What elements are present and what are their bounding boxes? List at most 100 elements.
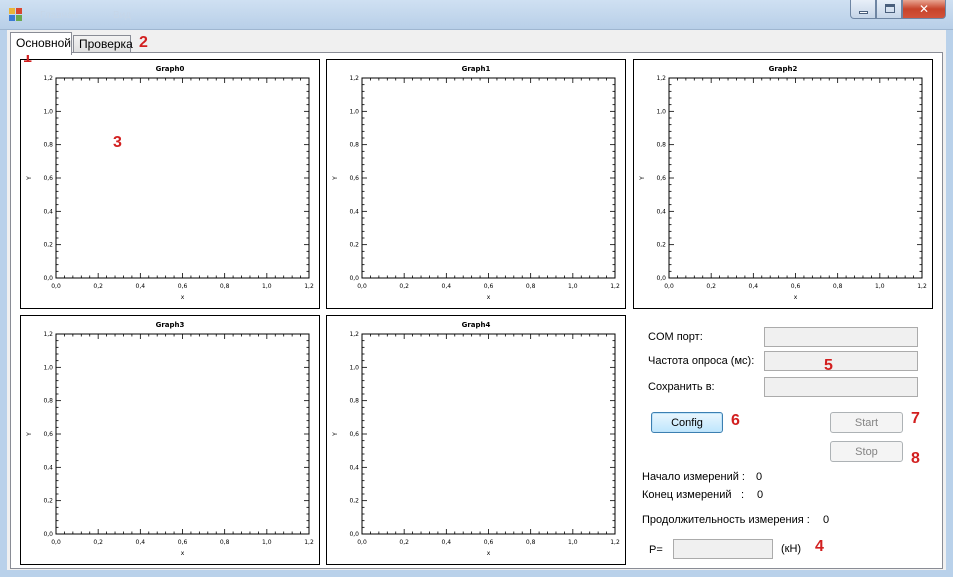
y-tick-label: 0,4 xyxy=(43,464,53,471)
y-tick-label: 0,6 xyxy=(656,175,666,182)
measure-end-label: Конец измерений xyxy=(642,489,732,501)
save-to-label: Сохранить в: xyxy=(648,381,715,393)
y-tick-label: 0,8 xyxy=(349,398,359,405)
annotation-marker: 5 xyxy=(824,357,833,374)
x-tick-label: 0,4 xyxy=(136,539,146,546)
annotation-marker: 6 xyxy=(731,412,740,429)
y-tick-label: 0,8 xyxy=(656,142,666,149)
y-tick-label: 0,8 xyxy=(349,142,359,149)
graph-plot: 0,0 0,2 0,4 0,6 0,8 1,0 1,2 0,0 0,2 0,4 0,6 0,8 1,0 1… xyxy=(332,331,620,557)
y-tick-label: 1,0 xyxy=(349,108,359,115)
graph-0: Graph0 0,0 0,2 0,4 0,6 0,8 1,0 1,2 0,0 0,2 0,4 0,6 0… xyxy=(20,59,320,309)
minimize-icon xyxy=(859,11,868,14)
force-field[interactable] xyxy=(673,539,773,559)
annotation-marker: 8 xyxy=(911,450,920,467)
x-tick-label: 0,4 xyxy=(442,539,452,546)
x-tick-label: 0,2 xyxy=(93,539,103,546)
annotation-marker: 7 xyxy=(911,410,920,427)
x-tick-label: 0,0 xyxy=(51,539,61,546)
x-tick-label: 0,8 xyxy=(220,283,230,290)
y-tick-label: 1,0 xyxy=(349,364,359,371)
x-tick-label: 0,0 xyxy=(357,283,367,290)
y-tick-label: 0,6 xyxy=(349,175,359,182)
tab-main[interactable]: Основной xyxy=(10,32,72,55)
graph-plot: 0,0 0,2 0,4 0,6 0,8 1,0 1,2 0,0 0,2 0,4 0,6 0,8 1,0 1… xyxy=(639,75,927,301)
x-tick-label: 1,0 xyxy=(262,539,272,546)
y-tick-label: 0,0 xyxy=(349,275,359,282)
poll-rate-field[interactable] xyxy=(764,351,918,371)
x-tick-label: 0,6 xyxy=(484,283,494,290)
com-port-label: COM порт: xyxy=(648,331,703,343)
x-axis-label: x xyxy=(487,550,491,557)
close-button[interactable]: ✕ xyxy=(902,0,946,19)
force-unit: (кН) xyxy=(781,543,802,555)
x-tick-label: 0,2 xyxy=(399,539,409,546)
y-axis-label: Y xyxy=(332,176,339,181)
x-tick-label: 0,0 xyxy=(664,283,674,290)
tab-panel-main: Graph0 0,0 0,2 0,4 0,6 0,8 1,0 1,2 0,0 0,2 0,4 0,6 0… xyxy=(10,52,943,569)
x-axis-label: x xyxy=(794,294,798,301)
y-axis-label: Y xyxy=(26,176,33,181)
tab-label: Проверка xyxy=(79,37,133,51)
start-button[interactable]: Start xyxy=(830,412,903,433)
plot-area xyxy=(668,77,923,279)
graph-4: Graph4 0,0 0,2 0,4 0,6 0,8 1,0 1,2 0,0 0,2 0,4 0,6 0… xyxy=(326,315,626,565)
y-tick-label: 0,2 xyxy=(349,498,359,505)
com-port-field[interactable] xyxy=(764,327,918,347)
x-tick-label: 0,0 xyxy=(357,539,367,546)
y-tick-label: 0,4 xyxy=(43,208,53,215)
y-tick-label: 0,0 xyxy=(349,531,359,538)
y-tick-label: 0,6 xyxy=(43,431,53,438)
y-tick-label: 0,4 xyxy=(349,464,359,471)
x-tick-label: 1,2 xyxy=(610,283,620,290)
x-tick-label: 1,2 xyxy=(304,283,314,290)
graph-plot: 0,0 0,2 0,4 0,6 0,8 1,0 1,2 0,0 0,2 0,4 0,6 0,8 1,0 1… xyxy=(26,331,314,557)
y-tick-label: 0,8 xyxy=(43,142,53,149)
title-bar: Главная Вид ✕ xyxy=(0,0,953,30)
plot-area xyxy=(55,333,310,535)
x-tick-label: 1,0 xyxy=(875,283,885,290)
x-axis-label: x xyxy=(181,294,185,301)
app-icon[interactable] xyxy=(9,8,24,22)
measure-end-value: 0 xyxy=(757,489,764,501)
y-tick-label: 1,2 xyxy=(349,75,359,82)
plot-area xyxy=(361,333,616,535)
x-tick-label: 1,2 xyxy=(304,539,314,546)
x-tick-label: 1,0 xyxy=(262,283,272,290)
maximize-button[interactable] xyxy=(876,0,902,19)
measure-end-sep: : xyxy=(741,489,745,501)
x-tick-label: 1,2 xyxy=(917,283,927,290)
ghost-menu-item: Главная xyxy=(40,10,79,21)
poll-rate-label: Частота опроса (мс): xyxy=(648,355,755,367)
y-tick-label: 0,6 xyxy=(349,431,359,438)
duration-label: Продолжительность измерения : xyxy=(642,514,810,526)
plot-area xyxy=(361,77,616,279)
minimize-button[interactable] xyxy=(850,0,876,19)
x-tick-label: 1,2 xyxy=(610,539,620,546)
x-tick-label: 0,8 xyxy=(526,283,536,290)
graph-plot: 0,0 0,2 0,4 0,6 0,8 1,0 1,2 0,0 0,2 0,4 0,6 0,8 1,0 1… xyxy=(332,75,620,301)
graph-plot: 0,0 0,2 0,4 0,6 0,8 1,0 1,2 0,0 0,2 0,4 0,6 0,8 1,0 1… xyxy=(26,75,314,301)
y-tick-label: 1,0 xyxy=(656,108,666,115)
y-tick-label: 0,2 xyxy=(656,242,666,249)
y-tick-label: 1,0 xyxy=(43,364,53,371)
close-icon: ✕ xyxy=(918,2,930,16)
save-to-field[interactable] xyxy=(764,377,918,397)
x-tick-label: 0,2 xyxy=(93,283,103,290)
y-tick-label: 0,2 xyxy=(43,498,53,505)
tab-check[interactable]: Проверка xyxy=(73,35,133,52)
ghost-menu-item: Вид xyxy=(113,10,132,21)
x-tick-label: 0,2 xyxy=(706,283,716,290)
x-axis-label: x xyxy=(487,294,491,301)
stop-button[interactable]: Stop xyxy=(830,441,903,462)
y-tick-label: 0,6 xyxy=(43,175,53,182)
measure-start-value: 0 xyxy=(756,471,763,483)
x-tick-label: 0,2 xyxy=(399,283,409,290)
x-tick-label: 0,8 xyxy=(833,283,843,290)
x-tick-label: 1,0 xyxy=(568,283,578,290)
y-axis-label: Y xyxy=(26,432,33,437)
graph-3: Graph3 0,0 0,2 0,4 0,6 0,8 1,0 1,2 0,0 0,2 0,4 0,6 0… xyxy=(20,315,320,565)
config-button[interactable]: Config xyxy=(651,412,723,433)
graph-1: Graph1 0,0 0,2 0,4 0,6 0,8 1,0 1,2 0,0 0,2 0,4 0,6 0… xyxy=(326,59,626,309)
measure-start-label: Начало измерений : xyxy=(642,471,745,483)
